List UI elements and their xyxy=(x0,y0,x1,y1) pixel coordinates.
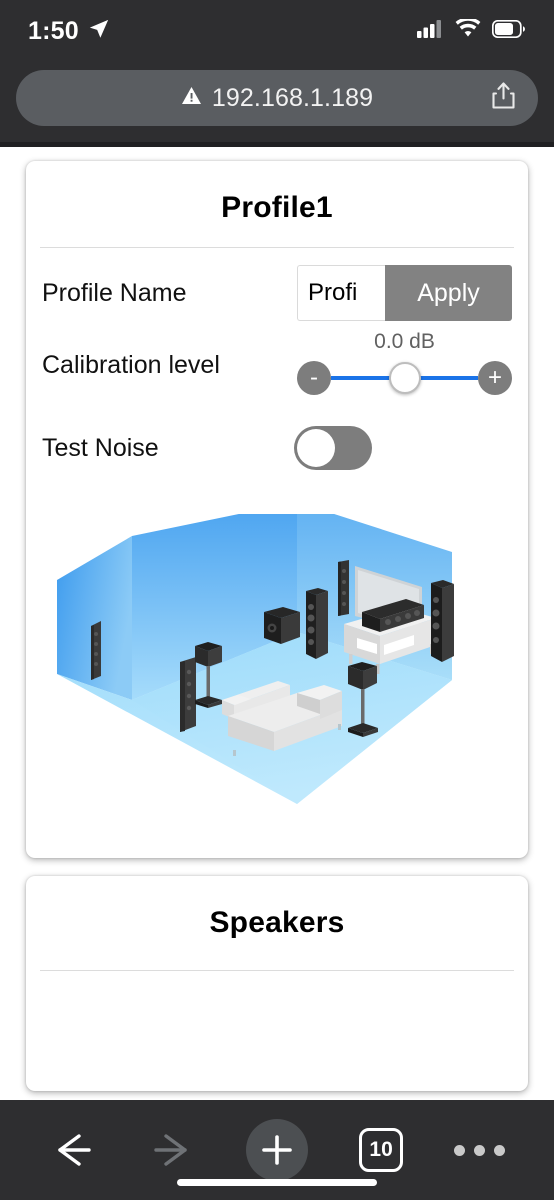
dot-2 xyxy=(473,1144,485,1156)
more-options-button[interactable] xyxy=(453,1144,505,1156)
calibration-slider-track[interactable] xyxy=(331,362,478,394)
wifi-icon xyxy=(455,17,481,43)
tabs-button[interactable]: 10 xyxy=(359,1128,404,1172)
url-display[interactable]: 192.168.1.189 xyxy=(181,84,373,113)
increment-button[interactable]: + xyxy=(478,361,512,395)
url-bar[interactable]: 192.168.1.189 xyxy=(16,70,538,126)
profile-name-input[interactable]: Profi xyxy=(297,265,385,321)
apply-button[interactable]: Apply xyxy=(385,265,512,321)
decrement-button[interactable]: - xyxy=(297,361,331,395)
calibration-level-control: 0.0 dB - + xyxy=(297,330,512,398)
profile-name-label: Profile Name xyxy=(42,278,187,307)
calibration-level-label: Calibration level xyxy=(42,350,220,379)
front-right-tower-speaker xyxy=(431,580,454,662)
floor-speaker-left xyxy=(180,657,196,732)
home-indicator xyxy=(177,1179,377,1186)
profile-name-control: Profi Apply xyxy=(297,265,512,321)
subwoofer xyxy=(264,607,300,644)
page-title: Profile1 xyxy=(221,191,333,224)
calibration-slider-row: - + xyxy=(297,360,512,396)
phone-screen: 1:50 192.168.1.189 Profile1 Profile Name… xyxy=(0,0,554,1200)
back-button[interactable] xyxy=(49,1131,97,1169)
url-text: 192.168.1.189 xyxy=(211,83,374,112)
dot-1 xyxy=(453,1144,465,1156)
room-diagram-container xyxy=(26,488,528,858)
wall-speaker-left xyxy=(91,621,101,680)
forward-button[interactable] xyxy=(148,1131,196,1169)
status-time: 1:50 xyxy=(28,16,79,45)
location-arrow-icon xyxy=(88,18,110,45)
profile-name-input-group: Profi Apply xyxy=(297,265,512,321)
calibration-slider-knob[interactable] xyxy=(388,362,421,394)
calibration-level-row: Calibration level 0.0 dB - + xyxy=(26,322,528,408)
test-noise-toggle[interactable] xyxy=(294,426,372,470)
wall-speaker-front-left xyxy=(338,560,349,616)
warning-triangle-icon xyxy=(181,86,202,110)
speakers-card-title: Speakers xyxy=(209,906,345,939)
tab-count-badge[interactable]: 10 xyxy=(359,1128,404,1172)
status-bar-right xyxy=(417,17,526,43)
speakers-card-body xyxy=(26,971,528,1091)
cellular-signal-icon xyxy=(417,19,444,43)
web-page-content: Profile1 Profile Name Profi Apply Calibr… xyxy=(0,147,554,1100)
test-noise-control xyxy=(294,426,512,470)
more-dots-icon[interactable] xyxy=(453,1144,505,1156)
status-bar: 1:50 xyxy=(0,0,554,62)
battery-icon xyxy=(491,19,526,43)
dot-3 xyxy=(493,1144,505,1156)
calibration-slider-block: 0.0 dB - + xyxy=(297,330,512,398)
profile-card: Profile1 Profile Name Profi Apply Calibr… xyxy=(26,161,528,858)
test-noise-toggle-knob xyxy=(297,429,335,467)
home-theater-room-diagram xyxy=(57,514,454,804)
browser-chrome-top: 192.168.1.189 xyxy=(0,62,554,142)
status-bar-left: 1:50 xyxy=(28,17,110,46)
calibration-value-label: 0.0 dB xyxy=(374,330,435,353)
share-icon[interactable] xyxy=(491,82,516,115)
plus-icon[interactable] xyxy=(246,1119,309,1181)
profile-name-row: Profile Name Profi Apply xyxy=(26,248,528,322)
front-left-tower-speaker xyxy=(306,588,328,659)
new-tab-button[interactable] xyxy=(246,1119,309,1181)
test-noise-label: Test Noise xyxy=(42,433,159,462)
test-noise-row: Test Noise xyxy=(26,408,528,488)
speakers-card: Speakers xyxy=(26,876,528,1091)
browser-toolbar: 10 xyxy=(0,1100,554,1200)
